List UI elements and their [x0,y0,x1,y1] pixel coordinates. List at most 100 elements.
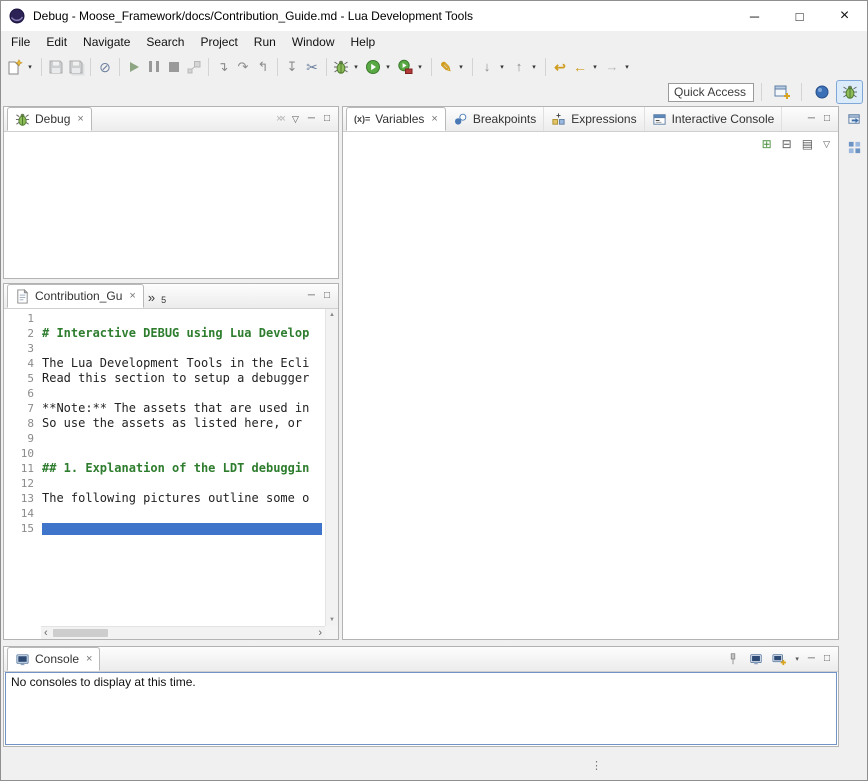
maximize-view-icon[interactable]: □ [324,114,330,124]
menu-file[interactable]: File [3,33,38,51]
next-annotation-dropdown[interactable]: ▾ [497,56,507,78]
debug-button[interactable] [331,56,351,78]
editor-line[interactable]: 4The Lua Development Tools in the Ecli [4,356,325,371]
close-icon[interactable]: × [129,290,135,302]
horizontal-scrollbar[interactable]: ‹ › [41,626,325,639]
run-dropdown[interactable]: ▾ [383,56,393,78]
editor-line[interactable]: 11## 1. Explanation of the LDT debuggin [4,461,325,476]
skip-all-breakpoints-button[interactable]: ⊘ [95,56,115,78]
new-button[interactable] [5,56,25,78]
close-icon[interactable]: × [77,113,83,125]
minimized-outline-view-button[interactable] [847,140,862,158]
minimize-view-icon[interactable]: ─ [808,654,815,664]
tab-debug[interactable]: Debug × [7,107,92,131]
menu-edit[interactable]: Edit [38,33,75,51]
tab-variables[interactable]: (x)= Variables × [346,107,446,131]
debug-perspective-button[interactable] [837,81,862,103]
suspend-button[interactable] [144,56,164,78]
pin-console-icon[interactable] [726,652,740,666]
run-button[interactable] [363,56,383,78]
next-annotation-button[interactable]: ↓ [477,56,497,78]
editor-line[interactable]: 7**Note:** The assets that are used in [4,401,325,416]
last-edit-location-button[interactable]: ↩ [550,56,570,78]
tab-breakpoints[interactable]: Breakpoints [446,107,544,131]
disconnect-button[interactable] [184,56,204,78]
step-over-button[interactable]: ↷ [233,56,253,78]
show-logical-structure-icon[interactable]: ⊞ [762,137,772,151]
scroll-right-icon[interactable]: › [318,627,322,639]
sash-grip-icon[interactable]: ⋮ [591,759,603,772]
open-console-dropdown[interactable]: ▾ [795,656,799,663]
maximize-view-icon[interactable]: □ [324,291,330,301]
editor-line[interactable]: 14 [4,506,325,521]
editor-tab-overflow[interactable]: »5 [144,284,172,308]
use-step-filters-button[interactable]: ✂ [302,56,322,78]
open-console-icon[interactable] [772,652,786,666]
close-icon[interactable]: × [86,653,92,665]
drop-to-frame-button[interactable]: ↧ [282,56,302,78]
editor-line[interactable]: 15 [4,521,325,536]
menu-search[interactable]: Search [138,33,192,51]
editor-line[interactable]: 10 [4,446,325,461]
variables-view-body[interactable] [343,156,838,639]
remove-all-terminated-icon[interactable]: ×× [276,114,283,125]
editor-line[interactable]: 8So use the assets as listed here, or [4,416,325,431]
terminate-button[interactable] [164,56,184,78]
menu-navigate[interactable]: Navigate [75,33,138,51]
restore-minimized-view-button[interactable] [847,112,862,130]
close-button[interactable]: × [822,1,867,31]
resume-button[interactable] [124,56,144,78]
minimize-button[interactable]: ─ [732,1,777,31]
view-menu-icon[interactable]: ▽ [292,115,299,124]
debug-dropdown[interactable]: ▾ [351,56,361,78]
external-tools-button[interactable] [395,56,415,78]
forward-button[interactable]: → [602,56,622,78]
close-icon[interactable]: × [431,113,437,125]
code-area[interactable]: 1 2# Interactive DEBUG using Lua Develop… [4,311,325,626]
forward-dropdown[interactable]: ▾ [622,56,632,78]
step-return-button[interactable]: ↰ [253,56,273,78]
save-all-button[interactable] [66,56,86,78]
search-button[interactable]: ✎ [436,56,456,78]
minimize-view-icon[interactable]: ─ [308,291,315,301]
console-output[interactable]: No consoles to display at this time. [5,672,837,745]
open-perspective-button[interactable] [769,81,794,103]
editor-line[interactable]: 2# Interactive DEBUG using Lua Develop [4,326,325,341]
debug-view-body[interactable] [4,132,338,278]
maximize-view-icon[interactable]: □ [824,654,830,664]
editor-line[interactable]: 1 [4,311,325,326]
menu-help[interactable]: Help [343,33,384,51]
search-dropdown[interactable]: ▾ [456,56,466,78]
save-button[interactable] [46,56,66,78]
scroll-up-icon[interactable]: ▲ [329,312,335,318]
editor-line[interactable]: 6 [4,386,325,401]
display-selected-console-icon[interactable] [749,652,763,666]
collapse-all-icon[interactable]: ⊟ [782,137,792,151]
view-menu-icon[interactable]: ▽ [823,139,830,150]
scroll-left-icon[interactable]: ‹ [44,627,48,639]
menu-project[interactable]: Project [192,33,245,51]
previous-annotation-button[interactable]: ↑ [509,56,529,78]
minimize-view-icon[interactable]: ─ [308,114,315,124]
minimize-view-icon[interactable]: ─ [808,114,815,124]
previous-annotation-dropdown[interactable]: ▾ [529,56,539,78]
editor-line[interactable]: 13The following pictures outline some o [4,491,325,506]
tab-interactive-console[interactable]: Interactive Console [645,107,783,131]
maximize-view-icon[interactable]: □ [824,114,830,124]
scrollbar-thumb[interactable] [53,629,108,637]
menu-window[interactable]: Window [284,33,343,51]
maximize-button[interactable]: □ [777,1,822,31]
scroll-down-icon[interactable]: ▼ [329,617,335,623]
editor-line[interactable]: 3 [4,341,325,356]
editor-line[interactable]: 5Read this section to setup a debugger [4,371,325,386]
back-dropdown[interactable]: ▾ [590,56,600,78]
tab-expressions[interactable]: Expressions [544,107,644,131]
external-tools-dropdown[interactable]: ▾ [415,56,425,78]
new-dropdown[interactable]: ▾ [25,56,35,78]
editor-line[interactable]: 9 [4,431,325,446]
menu-run[interactable]: Run [246,33,284,51]
layout-icon[interactable]: ▤ [802,137,813,151]
vertical-scrollbar[interactable]: ▲ ▼ [325,309,338,626]
quick-access-input[interactable] [668,83,754,102]
tab-console[interactable]: Console × [7,647,100,671]
